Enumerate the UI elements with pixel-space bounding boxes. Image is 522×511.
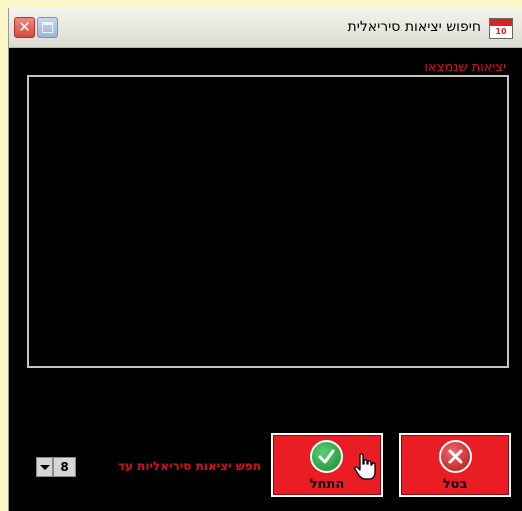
app-calendar-icon: 10 [489,18,513,39]
x-icon [439,440,472,473]
checkmark-icon [310,440,343,473]
found-ports-list [27,75,509,368]
cancel-button-label: בטל [442,477,468,492]
search-ports-label: חפש יציאות סיריאליות עד [117,459,261,473]
hand-pointer-icon [354,453,376,480]
close-icon: ✕ [18,18,31,36]
title-bar[interactable]: ✕ חיפוש יציאות סיריאלית 10 [9,8,522,48]
cancel-button[interactable]: בטל [399,433,511,497]
window-title: חיפוש יציאות סיריאלית [347,19,482,35]
found-ports-label: יציאות שנמצאו [421,60,509,75]
serial-port-search-window: ✕ חיפוש יציאות סיריאלית 10 יציאות שנמצאו… [8,8,522,511]
close-window-button[interactable]: ✕ [14,17,35,38]
app-icon-number: 10 [495,27,507,36]
max-port-value[interactable]: 8 [53,457,76,477]
max-port-dropdown-button[interactable] [36,457,53,477]
maximize-window-button[interactable] [37,17,58,38]
maximize-icon [42,22,53,33]
